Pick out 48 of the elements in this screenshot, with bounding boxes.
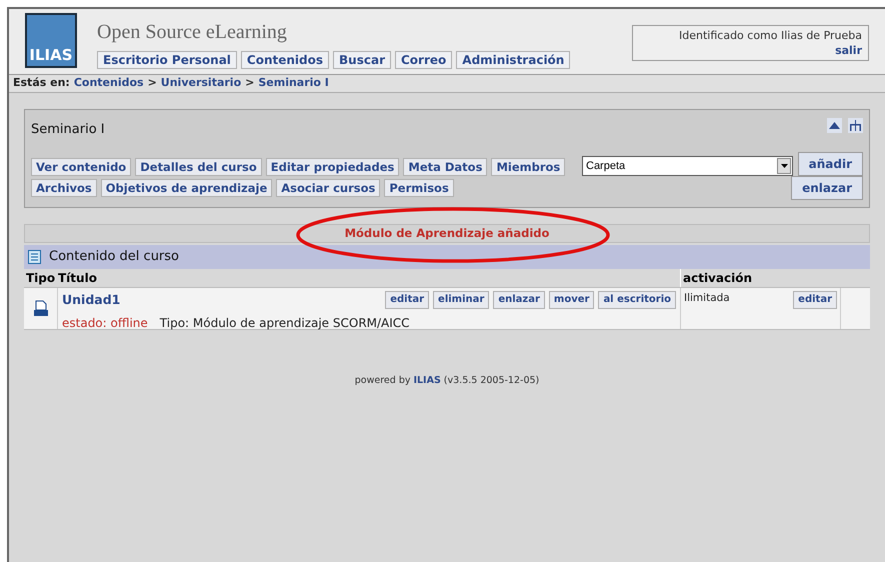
site-title: Open Source eLearning [97, 20, 288, 45]
breadcrumb-separator: > [245, 75, 254, 92]
item-status: estado: offline [62, 314, 148, 332]
item-action-button[interactable]: al escritorio [598, 291, 676, 310]
breadcrumb-link[interactable]: Universitario [160, 75, 242, 92]
course-tab[interactable]: Miembros [491, 158, 566, 176]
nav-tab[interactable]: Correo [395, 51, 452, 69]
action-button[interactable]: añadir [798, 152, 863, 176]
footer-brand-link[interactable]: ILIAS [413, 374, 441, 388]
tree-icon[interactable] [848, 118, 863, 133]
logout-link[interactable]: salir [835, 43, 862, 58]
action-button[interactable]: enlazar [791, 176, 863, 200]
footer-version: (v3.5.5 2005-12-05) [444, 374, 540, 388]
course-tab[interactable]: Editar propiedades [266, 158, 400, 176]
type-select[interactable]: Carpeta [582, 156, 793, 176]
nav-tab[interactable]: Contenidos [240, 51, 330, 69]
item-type: Tipo: Módulo de aprendizaje SCORM/AICC [160, 314, 410, 332]
breadcrumb-link[interactable]: Contenidos [74, 75, 144, 92]
nav-tab[interactable]: Administración [456, 51, 570, 69]
item-action-button[interactable]: mover [548, 291, 594, 310]
list-icon [28, 250, 41, 264]
course-tab[interactable]: Meta Datos [403, 158, 488, 176]
content-title: Contenido del curso [49, 248, 180, 266]
column-header: Tipo [25, 270, 56, 287]
breadcrumb-separator: > [148, 75, 157, 92]
footer-text: powered by [354, 374, 410, 388]
course-tab[interactable]: Asociar cursos [276, 179, 380, 197]
course-tab[interactable]: Permisos [384, 179, 454, 197]
item-action-button[interactable]: enlazar [493, 291, 545, 310]
success-message: Módulo de Aprendizaje añadido [344, 224, 550, 242]
user-status: Identificado como Ilias de Prueba [679, 28, 862, 43]
course-tab[interactable]: Detalles del curso [135, 158, 262, 176]
course-title: Seminario I [31, 121, 105, 139]
breadcrumb-label: Estás en: [13, 75, 70, 92]
item-action-button[interactable]: eliminar [433, 291, 490, 310]
item-title-link[interactable]: Unidad1 [62, 291, 120, 310]
course-tab[interactable]: Ver contenido [31, 158, 132, 176]
nav-tab[interactable]: Escritorio Personal [97, 51, 237, 69]
activation-edit-button[interactable]: editar [793, 291, 837, 309]
course-tab[interactable]: Archivos [31, 179, 97, 197]
column-header: Título [58, 270, 98, 287]
item-action-button[interactable]: editar [385, 291, 430, 310]
course-tab[interactable]: Objetivos de aprendizaje [100, 179, 272, 197]
nav-tab[interactable]: Buscar [333, 51, 391, 69]
activation-text: Ilimitada [684, 291, 730, 306]
column-header: activación [680, 269, 840, 287]
breadcrumb-link[interactable]: Seminario I [258, 75, 329, 92]
logo[interactable]: ILIAS [25, 13, 77, 68]
